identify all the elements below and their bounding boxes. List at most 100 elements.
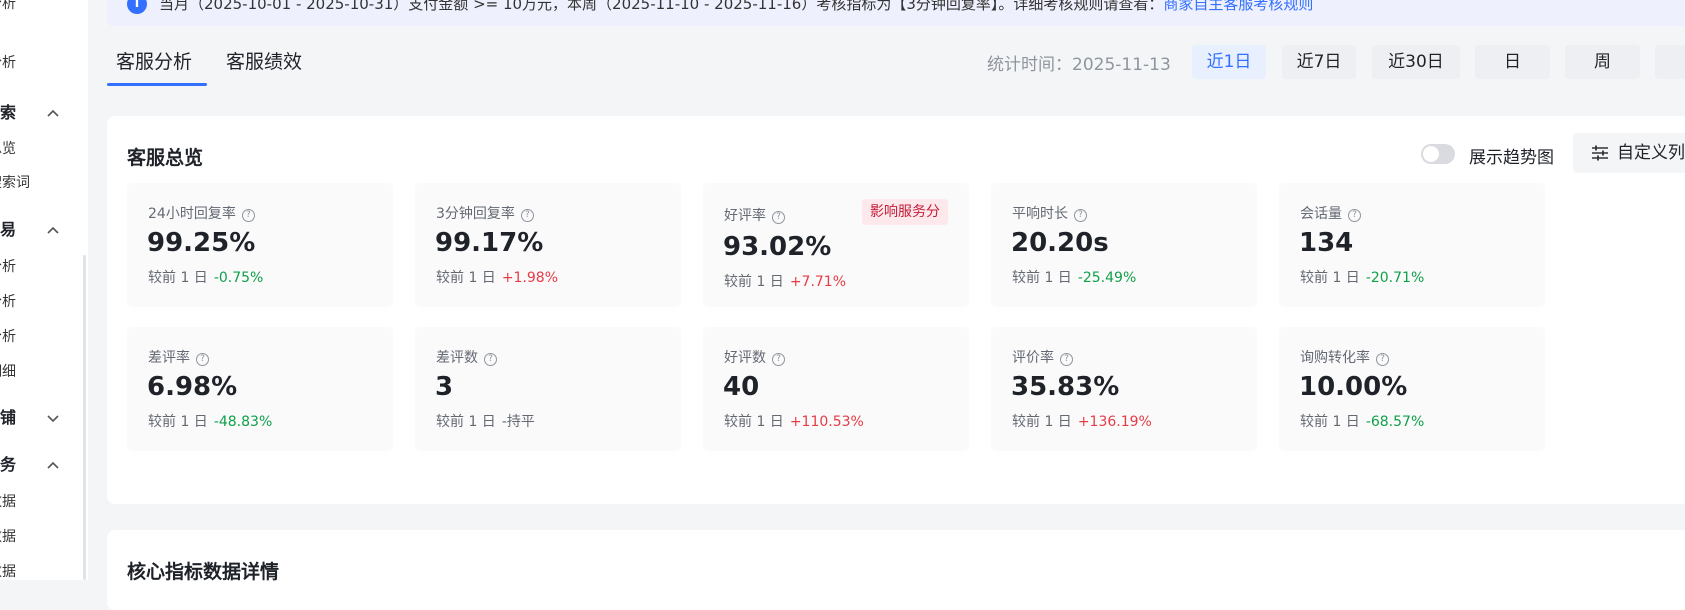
help-icon[interactable]: ? xyxy=(1060,353,1073,366)
metric-change: +7.71% xyxy=(789,274,847,290)
help-icon[interactable]: ? xyxy=(1348,209,1361,222)
tab-service-analysis[interactable]: 客服分析 xyxy=(116,47,192,74)
chevron-up-icon[interactable] xyxy=(46,223,60,237)
metric-value: 20.20s xyxy=(1011,228,1109,258)
sidebar-scrollbar[interactable] xyxy=(83,255,86,580)
sidebar-item-label: 分析 xyxy=(0,259,16,275)
metric-value: 6.98% xyxy=(147,372,238,402)
sidebar-group-label: 交易 xyxy=(0,220,17,239)
compare-label: 较前 1 日 xyxy=(724,274,784,290)
stat-time-value: 2025-11-13 xyxy=(1072,55,1171,75)
sidebar-group-shop[interactable]: 店铺 xyxy=(0,408,16,428)
sliders-icon xyxy=(1592,145,1608,161)
metric-value: 93.02% xyxy=(723,232,832,262)
sidebar-group-label: 搜索 xyxy=(0,103,17,122)
range-month-button[interactable] xyxy=(1655,45,1685,79)
metric-compare: 较前 1 日 -0.75% xyxy=(148,267,263,287)
help-icon[interactable]: ? xyxy=(772,211,785,224)
trend-toggle[interactable] xyxy=(1421,144,1455,164)
core-metrics-detail-panel: 核心指标数据详情 xyxy=(107,530,1685,610)
sidebar-group-service[interactable]: 服务 xyxy=(0,455,16,475)
metric-card-avg-response-time: 平响时长? 20.20s 较前 1 日 -25.49% xyxy=(991,183,1257,307)
sidebar-item-label: 数据 xyxy=(0,494,16,510)
compare-label: 较前 1 日 xyxy=(148,270,208,286)
help-icon[interactable]: ? xyxy=(484,353,497,366)
custom-columns-label: 自定义列 xyxy=(1617,143,1685,163)
metric-label-text: 会话量 xyxy=(1300,206,1342,222)
metric-card-positive-rate: 好评率? 影响服务分 93.02% 较前 1 日 +7.71% xyxy=(703,183,969,307)
metric-label-text: 3分钟回复率 xyxy=(436,206,515,222)
sidebar-item[interactable]: 总览 xyxy=(0,139,16,159)
sidebar-item[interactable]: 分析 xyxy=(0,0,16,14)
metric-compare: 较前 1 日 +1.98% xyxy=(436,267,558,287)
sidebar-item[interactable]: 数据 xyxy=(0,492,16,512)
metric-compare: 较前 1 日 +7.71% xyxy=(724,271,846,291)
affects-service-score-badge: 影响服务分 xyxy=(862,199,948,225)
sidebar-item[interactable]: 搜索词 xyxy=(0,173,30,193)
metric-compare: 较前 1 日 -25.49% xyxy=(1012,267,1136,287)
metric-label-text: 评价率 xyxy=(1012,350,1054,366)
range-7-day-button[interactable]: 近7日 xyxy=(1282,45,1356,79)
help-icon[interactable]: ? xyxy=(772,353,785,366)
help-icon[interactable]: ? xyxy=(241,209,255,222)
stat-time: 统计时间：2025-11-13 xyxy=(987,50,1171,75)
sidebar-item[interactable]: 分析 xyxy=(0,292,16,312)
metric-value: 40 xyxy=(723,372,760,402)
sidebar-item-label: 数据 xyxy=(0,529,16,545)
metric-change: -20.71% xyxy=(1365,270,1425,286)
metric-label: 询购转化率? xyxy=(1300,347,1389,367)
assessment-notice-banner: i 当月（2025-10-01 - 2025-10-31）支付金额 >= 10万… xyxy=(107,0,1685,26)
metric-compare: 较前 1 日 -20.71% xyxy=(1300,267,1424,287)
compare-label: 较前 1 日 xyxy=(148,414,208,430)
active-tab-indicator xyxy=(107,83,207,86)
help-icon[interactable]: ? xyxy=(1376,353,1389,366)
metric-value: 35.83% xyxy=(1011,372,1120,402)
metric-label: 平响时长? xyxy=(1012,203,1087,223)
chevron-down-icon[interactable] xyxy=(46,411,60,425)
sidebar-item-label: 分析 xyxy=(0,55,16,71)
help-icon[interactable]: ? xyxy=(520,209,534,222)
metric-label: 会话量? xyxy=(1300,203,1361,223)
metric-compare: 较前 1 日 -48.83% xyxy=(148,411,272,431)
sidebar-item[interactable]: 分析 xyxy=(0,257,16,277)
chevron-up-icon[interactable] xyxy=(46,106,60,120)
compare-label: 较前 1 日 xyxy=(1300,270,1360,286)
compare-label: 较前 1 日 xyxy=(1300,414,1360,430)
range-day-button[interactable]: 日 xyxy=(1475,45,1550,79)
sidebar-item[interactable]: 明细 xyxy=(0,362,16,382)
compare-label: 较前 1 日 xyxy=(724,414,784,430)
metric-change: -68.57% xyxy=(1365,414,1425,430)
metric-value: 99.25% xyxy=(147,228,256,258)
metric-card-inquiry-conversion-rate: 询购转化率? 10.00% 较前 1 日 -68.57% xyxy=(1279,327,1545,451)
overview-title: 客服总览 xyxy=(127,147,204,169)
metric-change: +110.53% xyxy=(789,414,864,430)
sidebar-item[interactable]: 分析 xyxy=(0,53,16,73)
metric-label: 差评数? xyxy=(436,347,497,367)
range-1-day-button[interactable]: 近1日 xyxy=(1192,45,1266,79)
sidebar-group-search[interactable]: 搜索 xyxy=(0,103,16,123)
sidebar-item[interactable]: 数据 xyxy=(0,562,16,582)
metric-label-text: 询购转化率 xyxy=(1300,350,1370,366)
range-30-day-button[interactable]: 近30日 xyxy=(1372,45,1460,79)
metric-card-positive-count: 好评数? 40 较前 1 日 +110.53% xyxy=(703,327,969,451)
metric-card-3min-reply-rate: 3分钟回复率? 99.17% 较前 1 日 +1.98% xyxy=(415,183,681,307)
help-icon[interactable]: ? xyxy=(196,353,209,366)
metric-card-24h-reply-rate: 24小时回复率? 99.25% 较前 1 日 -0.75% xyxy=(127,183,393,307)
custom-columns-button[interactable]: 自定义列 xyxy=(1573,133,1685,173)
sidebar-item[interactable]: 数据 xyxy=(0,527,16,547)
sidebar-group-trade[interactable]: 交易 xyxy=(0,220,16,240)
range-week-button[interactable]: 周 xyxy=(1565,45,1640,79)
metric-change: -48.83% xyxy=(213,414,273,430)
sidebar-item[interactable]: 分析 xyxy=(0,327,16,347)
metric-compare: 较前 1 日 +136.19% xyxy=(1012,411,1152,431)
metric-card-session-count: 会话量? 134 较前 1 日 -20.71% xyxy=(1279,183,1545,307)
assessment-rules-link[interactable]: 商家自主客服考核规则 xyxy=(1163,0,1313,13)
sidebar: 分析 分析 搜索 总览 搜索词 交易 分析 分析 分析 明细 店铺 服务 数据 … xyxy=(0,0,88,580)
help-icon[interactable]: ? xyxy=(1074,209,1087,222)
tab-service-performance[interactable]: 客服绩效 xyxy=(226,47,302,74)
info-icon: i xyxy=(127,0,147,14)
compare-label: 较前 1 日 xyxy=(1012,270,1072,286)
metric-card-review-rate: 评价率? 35.83% 较前 1 日 +136.19% xyxy=(991,327,1257,451)
stat-time-label: 统计时间： xyxy=(987,55,1072,75)
chevron-up-icon[interactable] xyxy=(46,458,60,472)
